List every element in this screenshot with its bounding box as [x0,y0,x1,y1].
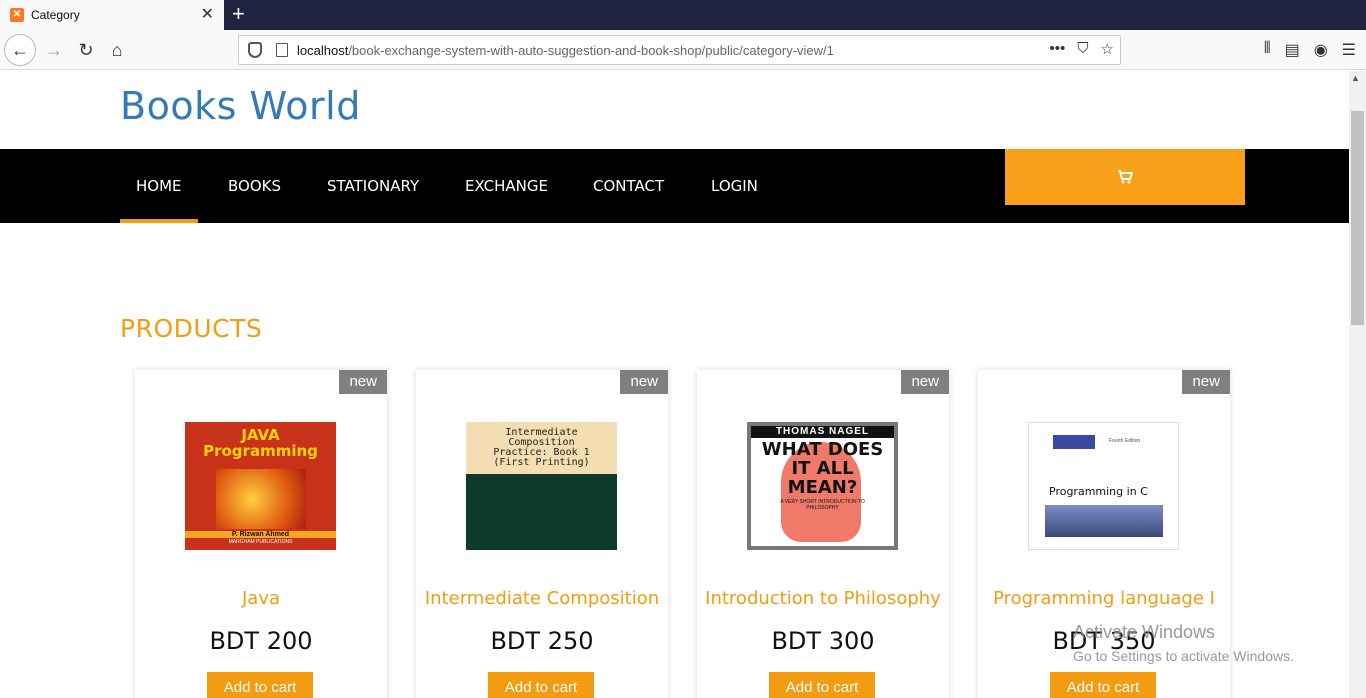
browser-navbar: ← → ↻ ⌂ localhost/book-exchange-system-w… [0,30,1366,70]
pocket-icon[interactable]: ⛉ [1077,40,1088,58]
bookmark-star-icon[interactable]: ☆ [1101,40,1114,58]
cover-art [215,469,306,529]
new-badge: new [901,370,949,394]
add-to-cart-button[interactable]: Add to cart [207,672,313,698]
activate-windows-watermark: Activate Windows Go to Settings to activ… [1073,621,1294,667]
tracking-shield-icon[interactable] [248,42,262,58]
nav-item-login[interactable]: LOGIN [711,149,758,223]
tab-title: Category [31,8,80,22]
cover-subtitle: A VERY SHORT INTRODUCTION TO PHILOSOPHY [780,499,865,511]
close-tab-icon[interactable]: ✕ [201,6,214,24]
nav-item-stationary[interactable]: STATIONARY [327,149,419,223]
product-title[interactable]: Intermediate Composition [416,588,668,609]
add-to-cart-button[interactable]: Add to cart [1050,672,1156,698]
cover-line: IT ALL [791,458,854,479]
product-title[interactable]: Introduction to Philosophy [697,588,949,609]
forward-button[interactable]: → [38,34,70,66]
add-to-cart-button[interactable]: Add to cart [769,672,875,698]
site-brand-logo[interactable]: Books World [120,84,361,128]
main-navigation: HOME BOOKS STATIONARY EXCHANGE CONTACT L… [0,149,1349,223]
cover-line: (First Printing) [493,457,590,468]
product-title[interactable]: Java [135,588,387,609]
home-button[interactable]: ⌂ [101,34,133,66]
product-price: BDT 300 [771,627,875,655]
page-scrollbar[interactable]: ▲ [1349,71,1366,698]
nav-item-home[interactable]: HOME [120,149,198,223]
cover-line: WHAT DOES [761,439,884,460]
product-title[interactable]: Programming language I [978,588,1230,609]
product-card[interactable]: new Intermediate Composition Practice: B… [416,370,668,698]
cover-publisher-logo [1053,435,1095,449]
reload-button[interactable]: ↻ [70,34,102,66]
add-to-cart-button[interactable]: Add to cart [488,672,594,698]
nav-item-exchange[interactable]: EXCHANGE [465,149,548,223]
cover-title: Programming in C [1049,485,1148,498]
new-badge: new [339,370,387,394]
cover-publisher: MARGHAM PUBLICATIONS [228,539,293,545]
watermark-subtitle: Go to Settings to activate Windows. [1073,648,1294,664]
cart-icon [1118,170,1133,184]
menu-icon[interactable]: ☰ [1342,40,1356,60]
account-icon[interactable]: ◉ [1314,40,1328,60]
url-text[interactable]: localhost/book-exchange-system-with-auto… [297,43,834,58]
new-badge: new [1182,370,1230,394]
back-button[interactable]: ← [4,34,36,66]
sidebar-icon[interactable]: ▤ [1285,40,1300,60]
cover-author: THOMAS NAGEL [751,426,894,438]
book-cover-image[interactable]: Intermediate Composition Practice: Book … [466,422,617,550]
cover-subtitle: Programming [203,442,318,460]
page-actions-icon[interactable]: ••• [1050,40,1066,58]
cover-line: MEAN? [787,477,858,498]
nav-item-books[interactable]: BOOKS [228,149,281,223]
product-card[interactable]: new THOMAS NAGEL WHAT DOES IT ALL MEAN? … [697,370,949,698]
scroll-up-icon[interactable]: ▲ [1351,73,1360,83]
cover-title: JAVA [241,426,280,444]
cart-button[interactable] [1005,149,1245,205]
cover-art [1045,505,1163,537]
cover-author: P. Rizwan Ahmed [185,531,336,538]
new-tab-icon[interactable]: + [232,3,245,25]
book-cover-image[interactable]: THOMAS NAGEL WHAT DOES IT ALL MEAN? A VE… [747,422,898,550]
book-cover-image[interactable]: JAVA Programming P. Rizwan Ahmed MARGHAM… [185,422,336,550]
address-bar[interactable]: localhost/book-exchange-system-with-auto… [238,35,1121,65]
product-card[interactable]: new JAVA Programming P. Rizwan Ahmed MAR… [135,370,387,698]
watermark-title: Activate Windows [1073,622,1216,642]
products-heading: PRODUCTS [120,314,263,343]
page-content: Books World HOME BOOKS STATIONARY EXCHAN… [0,71,1349,698]
page-info-icon[interactable] [276,43,288,57]
scrollbar-thumb[interactable] [1351,111,1364,325]
tab-strip: ✕ Category ✕ + [0,0,1366,30]
library-icon[interactable]: ⫴ [1264,40,1271,60]
xampp-favicon-icon: ✕ [10,8,24,22]
new-badge: new [620,370,668,394]
product-price: BDT 250 [490,627,594,655]
product-price: BDT 200 [209,627,313,655]
book-cover-image[interactable]: Fourth Edition Programming in C [1028,422,1179,550]
browser-tab-category[interactable]: ✕ Category ✕ [0,0,224,30]
nav-item-contact[interactable]: CONTACT [593,149,664,223]
cover-edition: Fourth Edition [1109,438,1141,444]
